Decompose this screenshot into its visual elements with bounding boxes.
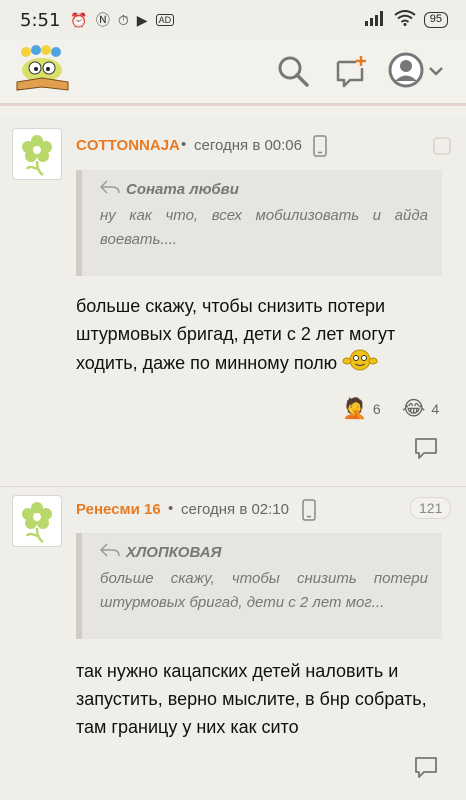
- reaction-laughing[interactable]: 😂 4: [402, 396, 439, 421]
- reply-arrow-icon: [99, 543, 120, 561]
- comment-author[interactable]: COTTONNAJA: [76, 137, 180, 154]
- laughing-emoji-icon: 😂: [402, 398, 426, 420]
- quote-author[interactable]: Соната любви: [99, 180, 428, 198]
- mobile-icon: [302, 499, 316, 526]
- comment-item: Ренесми 16 • сегодня в 02:10 121 ХЛОПКОВ…: [0, 487, 466, 800]
- nfc-icon: Ⓝ: [95, 12, 110, 28]
- reply-arrow-icon: [99, 180, 120, 198]
- comment-time: сегодня в 02:10: [181, 501, 289, 518]
- new-message-icon[interactable]: [334, 54, 368, 93]
- battery-indicator: 95: [423, 12, 448, 28]
- quote-block: ХЛОПКОВАЯ больше скажу, чтобы снизить по…: [76, 533, 442, 639]
- reply-comment-icon[interactable]: [414, 755, 438, 784]
- search-icon[interactable]: [276, 54, 310, 93]
- quote-author-name: ХЛОПКОВАЯ: [126, 543, 222, 561]
- comment-author[interactable]: Ренесми 16: [76, 501, 161, 518]
- reaction-count: 4: [431, 400, 440, 417]
- alarm-icon: ⏰: [70, 11, 88, 28]
- reaction-facepalm[interactable]: 🤦 6: [342, 396, 381, 421]
- signal-icon: [364, 10, 386, 31]
- reaction-count: 6: [372, 400, 381, 417]
- quote-text: больше скажу, чтобы снизить потери штурм…: [100, 570, 428, 611]
- comment-item: COTTONNAJA • сегодня в 00:06 Соната любв…: [0, 118, 466, 486]
- status-bar: 5:51 ⏰ Ⓝ ⏱ ▶ AD 95: [0, 0, 466, 40]
- comment-text: так нужно кацапских детей наловить и зап…: [76, 661, 427, 737]
- comment-time: сегодня в 00:06: [194, 137, 302, 154]
- flag-icon[interactable]: [432, 136, 452, 161]
- status-time: 5:51: [20, 9, 61, 31]
- chevron-down-icon[interactable]: [428, 64, 444, 82]
- user-avatar-icon[interactable]: [388, 52, 424, 93]
- avatar[interactable]: [12, 128, 62, 180]
- quote-text: ну как что, всех мобилизовать и айда вое…: [100, 207, 428, 248]
- dot-separator: •: [168, 500, 174, 517]
- quote-block: Соната любви ну как что, всех мобилизова…: [76, 170, 442, 276]
- dot-separator: •: [181, 136, 187, 153]
- smiley-emoji-icon: [342, 348, 378, 380]
- clock-icon: ⏱: [117, 11, 129, 28]
- mobile-icon: [313, 135, 327, 162]
- app-header: [0, 40, 466, 104]
- ad-icon: AD: [155, 14, 175, 26]
- reply-comment-icon[interactable]: [414, 436, 438, 465]
- header-divider: [0, 104, 466, 106]
- facepalm-emoji-icon: 🤦: [342, 398, 367, 420]
- wifi-icon: [394, 9, 416, 31]
- comment-text: больше скажу, чтобы снизить потери штурм…: [76, 292, 456, 380]
- site-logo[interactable]: [12, 44, 74, 94]
- avatar[interactable]: [12, 495, 62, 547]
- quote-author-name: Соната любви: [126, 180, 239, 198]
- quote-author[interactable]: ХЛОПКОВАЯ: [99, 543, 428, 561]
- play-icon: ▶: [136, 11, 148, 28]
- comment-count-badge: 121: [410, 497, 452, 519]
